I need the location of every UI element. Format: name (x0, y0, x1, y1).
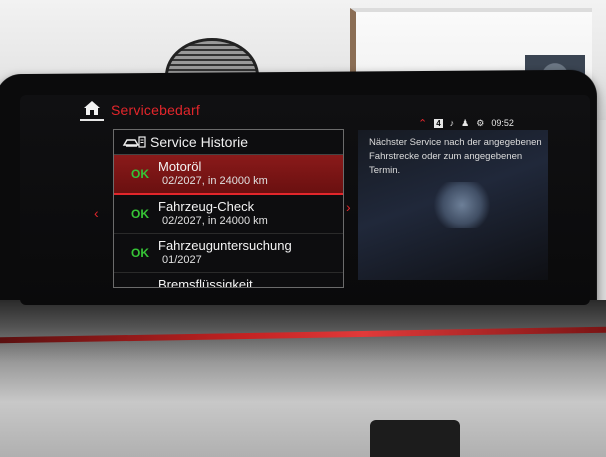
list-item-label: Bremsflüssigkeit (158, 277, 253, 288)
list-item-label: Fahrzeuguntersuchung (158, 238, 292, 253)
list-item-motoroel[interactable]: OK Motoröl 02/2027, in 24000 km (114, 155, 343, 195)
panel-heading: Service Historie (150, 134, 249, 150)
home-icon[interactable] (83, 100, 101, 116)
list-item-fahrzeuguntersuchung[interactable]: OK Fahrzeuguntersuchung 01/2027 (114, 234, 343, 273)
page-title: Servicebedarf (111, 102, 200, 118)
service-car-icon (122, 136, 146, 148)
list-item-detail: 02/2027, in 24000 km (162, 175, 268, 187)
home-underline (80, 119, 104, 121)
status-ok: OK (131, 207, 149, 221)
chevron-left-icon[interactable]: ‹ (94, 205, 99, 221)
dashboard-trim (0, 300, 606, 457)
list-item-label: Motoröl (158, 159, 202, 174)
connection-icon: ⚙ (476, 117, 485, 128)
service-history-panel: Service Historie OK Motoröl 02/2027, in … (113, 129, 344, 288)
list-item-detail: 01/2027 (162, 254, 202, 266)
chevron-right-icon[interactable]: › (346, 199, 351, 215)
status-ok: OK (131, 167, 149, 181)
status-ok: OK (131, 285, 149, 287)
dashboard-vent (370, 420, 460, 457)
status-bar: ⌃ 4 ♪ ♟ ⚙ 09:52 (418, 116, 514, 130)
profile-icon: ♟ (461, 117, 470, 128)
clock: 09:52 (491, 118, 514, 128)
list-item-bremsfluessigkeit[interactable]: OK Bremsflüssigkeit (114, 273, 343, 288)
list-item-detail: 02/2027, in 24000 km (162, 215, 268, 227)
status-ok: OK (131, 246, 149, 260)
chevron-up-icon[interactable]: ⌃ (418, 117, 427, 130)
list-item-label: Fahrzeug-Check (158, 199, 255, 214)
status-badge: 4 (434, 118, 443, 128)
list-item-fahrzeug-check[interactable]: OK Fahrzeug-Check 02/2027, in 24000 km (114, 195, 343, 234)
screen-reflection (432, 182, 492, 228)
info-text: Nächster Service nach der angegebenen Fa… (369, 137, 542, 176)
panel-header: Service Historie (114, 130, 343, 155)
speaker-icon: ♪ (449, 118, 455, 128)
